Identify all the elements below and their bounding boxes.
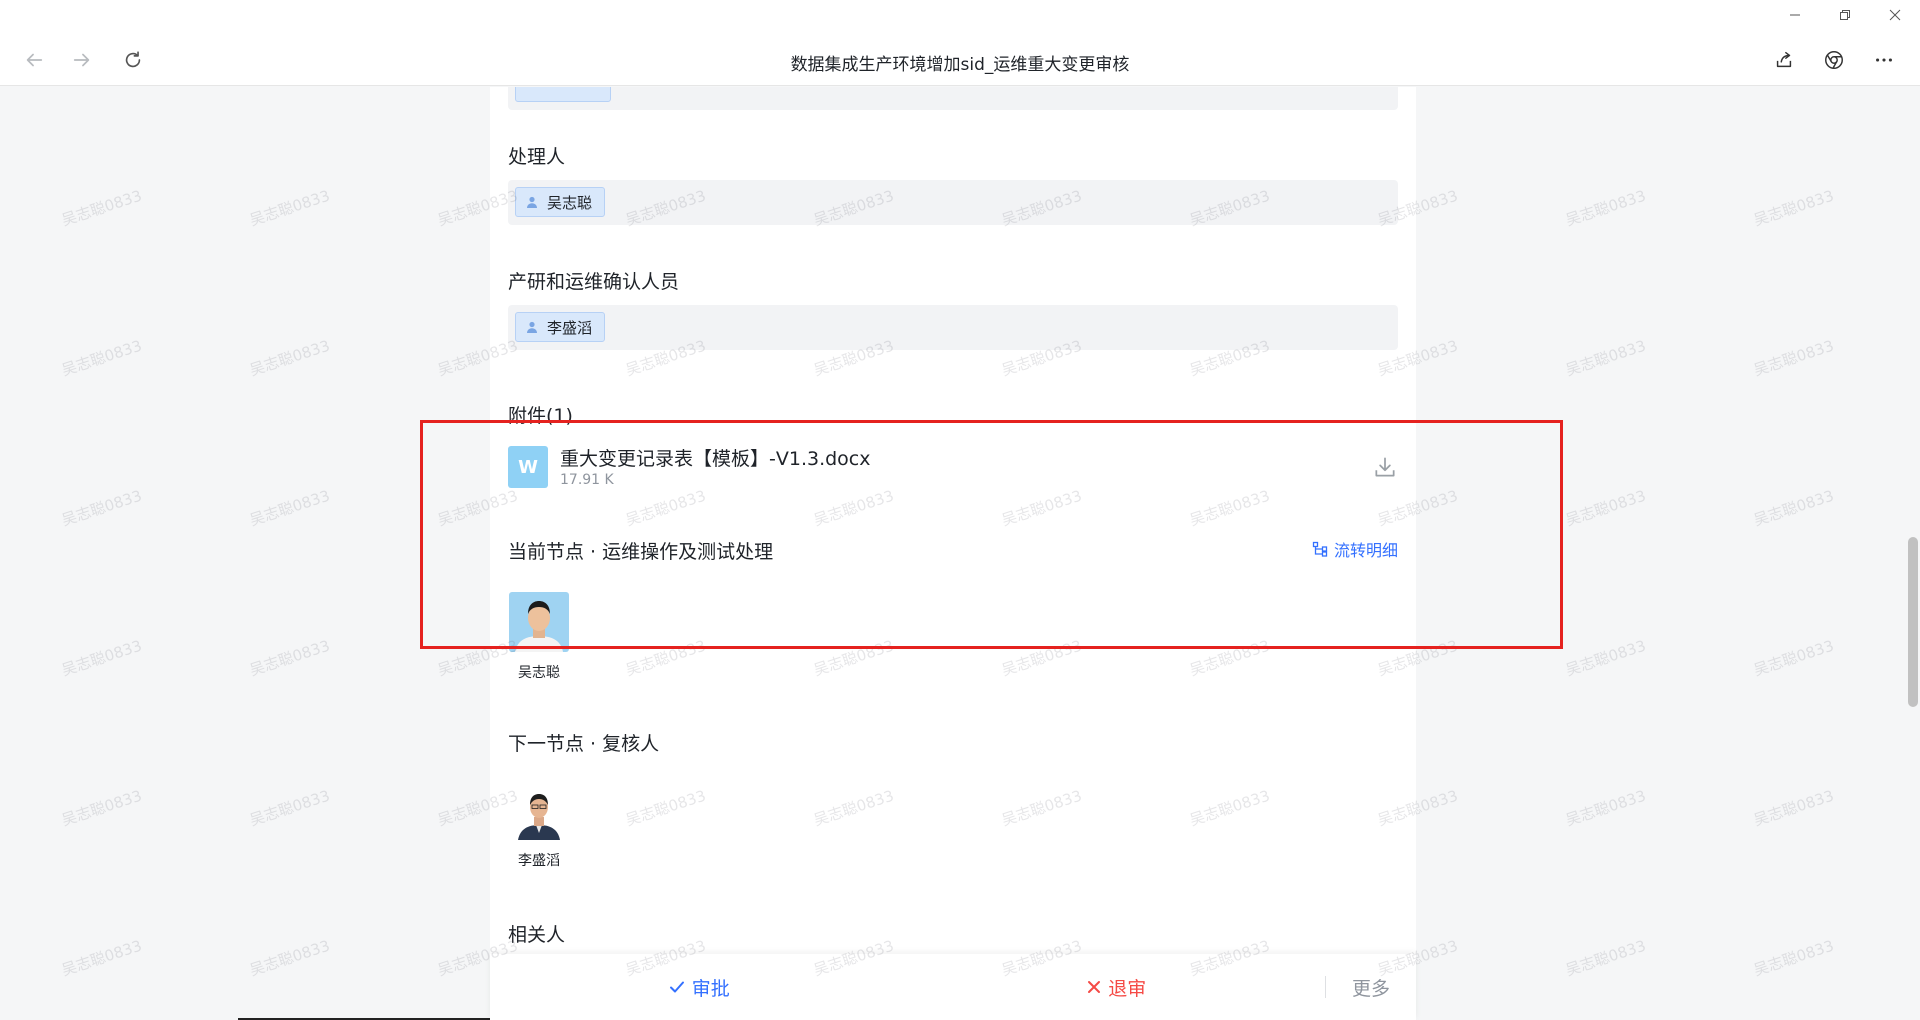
toolbar-right [1770, 46, 1898, 74]
watermark-text: 吴志聪0833 [247, 936, 333, 980]
confirmer-name: 李盛滔 [547, 318, 593, 337]
avatar [509, 592, 569, 652]
share-icon[interactable] [1770, 46, 1798, 74]
handler-chip[interactable]: 吴志聪 [515, 187, 606, 217]
content-viewport: 处理人 吴志聪 产研和运维确认人员 李盛滔 附件(1) W 重大变更记录表【模板… [0, 87, 1920, 1020]
watermark-text: 吴志聪0833 [1751, 186, 1837, 230]
download-icon[interactable] [1372, 454, 1398, 480]
approval-detail-card: 处理人 吴志聪 产研和运维确认人员 李盛滔 附件(1) W 重大变更记录表【模板… [490, 87, 1416, 1020]
watermark-text: 吴志聪0833 [59, 336, 145, 380]
restore-icon[interactable] [1820, 0, 1870, 30]
scrollbar-thumb[interactable] [1908, 537, 1918, 707]
handler-label: 处理人 [508, 146, 566, 168]
check-icon [669, 981, 684, 993]
watermark-text: 吴志聪0833 [1751, 786, 1837, 830]
watermark-text: 吴志聪0833 [1563, 336, 1649, 380]
current-node-person-name: 吴志聪 [518, 665, 560, 681]
related-label: 相关人 [508, 924, 566, 946]
next-node-person-name: 李盛滔 [518, 853, 560, 869]
attachment-name[interactable]: 重大变更记录表【模板】-V1.3.docx [560, 444, 871, 471]
more-options-icon[interactable] [1870, 46, 1898, 74]
confirmers-field: 李盛滔 [508, 305, 1398, 350]
attachment-item[interactable]: W 重大变更记录表【模板】-V1.3.docx 17.91 K [508, 442, 1398, 492]
person-chip [515, 87, 611, 102]
current-node-title: 当前节点 · 运维操作及测试处理 [508, 541, 774, 563]
avatar [514, 784, 564, 840]
confirmer-chip[interactable]: 李盛滔 [515, 312, 606, 342]
close-icon[interactable] [1870, 0, 1920, 30]
watermark-text: 吴志聪0833 [247, 786, 333, 830]
watermark-text: 吴志聪0833 [1563, 486, 1649, 530]
attachments-label: 附件(1) [508, 405, 573, 427]
window-title: 数据集成生产环境增加sid_运维重大变更审核 [790, 55, 1130, 75]
flow-details-link[interactable]: 流转明细 [1312, 537, 1398, 561]
person-icon [527, 321, 537, 333]
close-x-icon [1088, 981, 1101, 993]
more-button[interactable]: 更多 [1326, 974, 1416, 1001]
watermark-text: 吴志聪0833 [59, 936, 145, 980]
confirmers-label: 产研和运维确认人员 [508, 271, 680, 293]
reject-label: 退审 [1108, 977, 1147, 1000]
current-node-person[interactable]: 吴志聪 [508, 592, 570, 682]
more-label: 更多 [1351, 977, 1390, 1000]
previous-field-box [508, 87, 1398, 110]
watermark-text: 吴志聪0833 [247, 636, 333, 680]
watermark-text: 吴志聪0833 [1751, 336, 1837, 380]
handler-field: 吴志聪 [508, 180, 1398, 225]
watermark-text: 吴志聪0833 [247, 186, 333, 230]
person-icon [527, 196, 537, 208]
watermark-text: 吴志聪0833 [247, 486, 333, 530]
browser-icon[interactable] [1820, 46, 1848, 74]
approve-label: 审批 [691, 977, 730, 1000]
watermark-text: 吴志聪0833 [1563, 186, 1649, 230]
watermark-text: 吴志聪0833 [247, 336, 333, 380]
flow-details-label: 流转明细 [1333, 541, 1398, 560]
watermark-text: 吴志聪0833 [59, 636, 145, 680]
reject-button[interactable]: 退审 [908, 974, 1326, 1001]
handler-name: 吴志聪 [547, 193, 593, 212]
watermark-text: 吴志聪0833 [59, 186, 145, 230]
minimize-icon[interactable] [1770, 0, 1820, 30]
approve-button[interactable]: 审批 [490, 974, 908, 1001]
next-node-person[interactable]: 李盛滔 [508, 784, 570, 870]
watermark-text: 吴志聪0833 [59, 486, 145, 530]
watermark-text: 吴志聪0833 [1751, 636, 1837, 680]
attachment-size: 17.91 K [560, 472, 614, 488]
window-controls [1770, 0, 1920, 30]
flow-chart-icon [1312, 541, 1328, 557]
watermark-text: 吴志聪0833 [1563, 636, 1649, 680]
watermark-text: 吴志聪0833 [1563, 936, 1649, 980]
watermark-text: 吴志聪0833 [1751, 936, 1837, 980]
action-bar: 审批 退审 更多 [490, 954, 1416, 1020]
watermark-text: 吴志聪0833 [1751, 486, 1837, 530]
watermark-text: 吴志聪0833 [1563, 786, 1649, 830]
word-file-icon: W [508, 446, 548, 488]
watermark-text: 吴志聪0833 [59, 786, 145, 830]
title-bar: 数据集成生产环境增加sid_运维重大变更审核 [0, 0, 1920, 86]
next-node-title: 下一节点 · 复核人 [508, 733, 660, 755]
